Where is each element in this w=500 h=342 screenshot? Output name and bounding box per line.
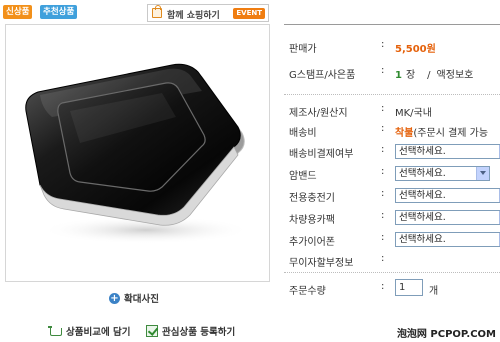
- colon: :: [381, 65, 385, 76]
- armband-label: 암밴드: [289, 171, 317, 182]
- maker-row: 제조사/원산지 : MK/국내: [284, 100, 500, 120]
- car-kit-label: 차량용카팩: [289, 215, 335, 226]
- installment-row: 무이자할부정보 :: [284, 250, 500, 270]
- quantity-input[interactable]: 1: [395, 279, 423, 296]
- stamp-row: G스탬프/사은품 : 1 장 / 액정보호: [284, 62, 500, 82]
- new-product-badge: 신상품: [3, 5, 33, 19]
- shipping-note: (주문시 결제 가능: [413, 128, 489, 139]
- quantity-label: 주문수량: [289, 286, 326, 297]
- add-to-favorites-label: 관심상품 등록하기: [162, 327, 236, 338]
- quantity-row: 주문수량 : 1 개: [284, 278, 500, 298]
- car-kit-selected: 선택하세요.: [399, 212, 446, 223]
- add-to-favorites-button[interactable]: 관심상품 등록하기: [146, 324, 235, 338]
- colon: :: [381, 103, 385, 114]
- section-divider: [284, 272, 500, 273]
- shop-together-event[interactable]: 함께 쇼핑하기 EVENT: [147, 4, 269, 22]
- price-label: 판매가: [289, 44, 317, 55]
- colon: :: [381, 253, 385, 264]
- site-watermark: 泡泡网 PCPOP.COM: [396, 329, 496, 340]
- add-to-compare-label: 상품비교에 담기: [66, 327, 131, 338]
- stamp-count: 1: [395, 70, 402, 81]
- colon: :: [381, 39, 385, 50]
- maker-value: MK/국내: [395, 108, 432, 119]
- armband-selected: 선택하세요.: [399, 168, 446, 179]
- colon: :: [381, 123, 385, 134]
- shopping-bag-icon: [152, 5, 162, 18]
- slash: /: [427, 70, 431, 81]
- charger-row: 전용충전기 : 선택하세요.: [284, 185, 500, 205]
- quantity-unit: 개: [429, 286, 439, 297]
- shipping-value: 착불(주문시 결제 가능: [395, 124, 488, 139]
- cart-icon: [48, 326, 62, 336]
- section-divider: [284, 94, 500, 95]
- colon: :: [381, 166, 385, 177]
- armband-row: 암밴드 : 선택하세요.: [284, 163, 500, 183]
- shipping-row: 배송비 : 착불(주문시 결제 가능: [284, 120, 500, 140]
- zoom-photo-label: 확대사진: [124, 294, 159, 305]
- maker-label: 제조사/원산지: [289, 108, 348, 119]
- car-kit-row: 차량용카팩 : 선택하세요.: [284, 207, 500, 227]
- installment-label: 무이자할부정보: [289, 258, 354, 269]
- product-photo[interactable]: [5, 24, 270, 282]
- charger-label: 전용충전기: [289, 193, 335, 204]
- checkbox-icon: [146, 325, 158, 337]
- price-value: 5,500원: [395, 44, 436, 55]
- plus-icon: +: [109, 292, 120, 304]
- recommend-badge: 추천상품: [40, 5, 78, 19]
- charger-selected: 선택하세요.: [399, 190, 446, 201]
- add-to-compare-button[interactable]: 상품비교에 담기: [48, 324, 131, 338]
- earphone-row: 추가이어폰 : 선택하세요.: [284, 229, 500, 249]
- stamp-label: G스탬프/사은품: [289, 70, 356, 81]
- colon: :: [381, 232, 385, 243]
- colon: :: [381, 188, 385, 199]
- earphone-select[interactable]: 선택하세요.: [395, 232, 500, 247]
- price-row: 판매가 : 5,500원: [284, 36, 500, 56]
- ship-pay-selected: 선택하세요.: [399, 146, 446, 157]
- zoom-photo-link[interactable]: + 확대사진: [109, 291, 159, 305]
- ship-pay-row: 배송비결제여부 : 선택하세요.: [284, 141, 500, 161]
- earphone-label: 추가이어폰: [289, 237, 335, 248]
- ship-pay-select[interactable]: 선택하세요.: [395, 144, 500, 159]
- colon: :: [381, 281, 385, 292]
- mp3-player-image: [25, 63, 251, 244]
- colon: :: [381, 144, 385, 155]
- chevron-down-icon[interactable]: [476, 167, 489, 180]
- ship-pay-label: 배송비결제여부: [289, 149, 354, 160]
- product-info-panel: 판매가 : 5,500원 G스탬프/사은품 : 1 장 / 액정보호 제조사/원산지 …: [284, 24, 500, 318]
- shipping-type: 착불: [395, 128, 414, 139]
- shipping-label: 배송비: [289, 128, 317, 139]
- stamp-unit: 장: [405, 70, 416, 81]
- event-tag: EVENT: [233, 8, 265, 19]
- armband-select[interactable]: 선택하세요.: [395, 166, 490, 181]
- event-label: 함께 쇼핑하기: [167, 11, 220, 21]
- stamp-value: 1 장 / 액정보호: [395, 66, 473, 81]
- colon: :: [381, 210, 385, 221]
- earphone-selected: 선택하세요.: [399, 234, 446, 245]
- car-kit-select[interactable]: 선택하세요.: [395, 210, 500, 225]
- stamp-gift: 액정보호: [436, 70, 474, 81]
- charger-select[interactable]: 선택하세요.: [395, 188, 500, 203]
